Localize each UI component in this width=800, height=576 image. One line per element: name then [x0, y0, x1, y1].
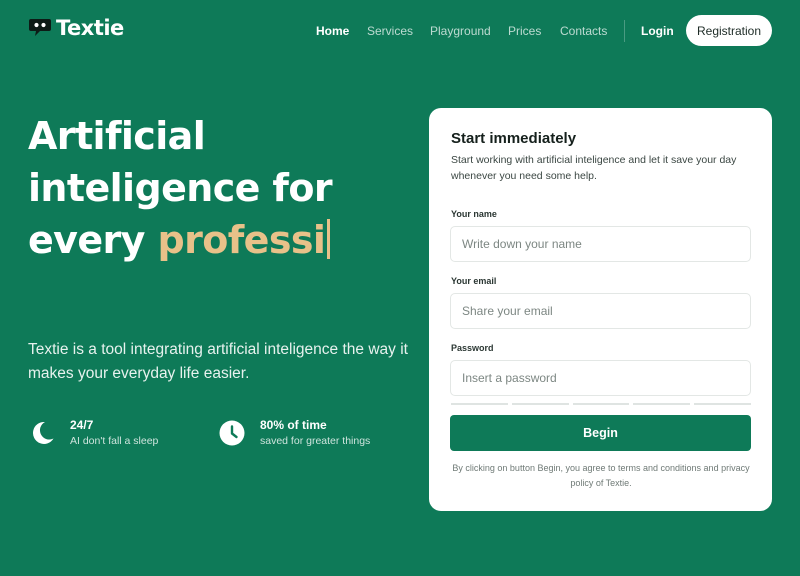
logo[interactable]: Textie: [28, 14, 124, 42]
card-title: Start immediately: [451, 130, 577, 147]
hero-title-line-1: Artificial: [28, 114, 206, 158]
card-description: Start working with artificial inteligenc…: [451, 154, 737, 182]
nav-divider: [624, 20, 625, 42]
strength-segment: [511, 403, 569, 405]
feature-always-on: 24/7 AI don't fall a sleep: [28, 417, 158, 449]
nav-item-playground[interactable]: Playground: [430, 24, 491, 38]
clock-icon: [218, 419, 246, 447]
hero-title-line-3: every professi: [28, 214, 388, 266]
feature-subtitle: AI don't fall a sleep: [70, 434, 159, 447]
feature-title: 24/7: [70, 417, 94, 432]
strength-segment: [572, 403, 630, 405]
registration-button[interactable]: Registration: [686, 15, 772, 46]
name-input[interactable]: [450, 226, 751, 262]
begin-button[interactable]: Begin: [450, 415, 751, 451]
nav-item-services[interactable]: Services: [367, 24, 413, 38]
password-input[interactable]: [450, 360, 751, 396]
hero-typed-text: professi: [157, 218, 326, 262]
site-header: Textie Home Services Playground Prices C…: [0, 0, 800, 60]
typing-caret: [327, 219, 331, 259]
terms-notice: By clicking on button Begin, you agree t…: [452, 463, 750, 488]
nav-item-home[interactable]: Home: [316, 24, 349, 38]
nav-item-contacts[interactable]: Contacts: [560, 24, 607, 38]
brand-name: Textie: [56, 16, 124, 40]
hero-title: Artificial inteligence for every profess…: [28, 110, 388, 266]
name-label: Your name: [451, 209, 497, 219]
feature-subtitle: saved for greater things: [260, 434, 371, 447]
nav-item-prices[interactable]: Prices: [508, 24, 541, 38]
moon-icon: [28, 419, 56, 447]
feature-time-saved: 80% of time saved for greater things: [218, 417, 370, 449]
signup-card: Start immediately Start working with art…: [429, 108, 772, 511]
password-label: Password: [451, 343, 494, 353]
email-label: Your email: [451, 276, 497, 286]
password-strength-meter: [451, 403, 751, 405]
email-input[interactable]: [450, 293, 751, 329]
hero-description: Textie is a tool integrating artificial …: [28, 341, 408, 382]
feature-title: 80% of time: [260, 417, 327, 432]
hero-title-line-2: inteligence for: [28, 166, 333, 210]
hero-title-prefix: every: [28, 218, 145, 262]
strength-segment: [694, 403, 751, 405]
login-link[interactable]: Login: [641, 24, 674, 38]
strength-segment: [633, 403, 691, 405]
strength-segment: [451, 403, 508, 405]
chat-bubble-icon: [29, 19, 51, 36]
